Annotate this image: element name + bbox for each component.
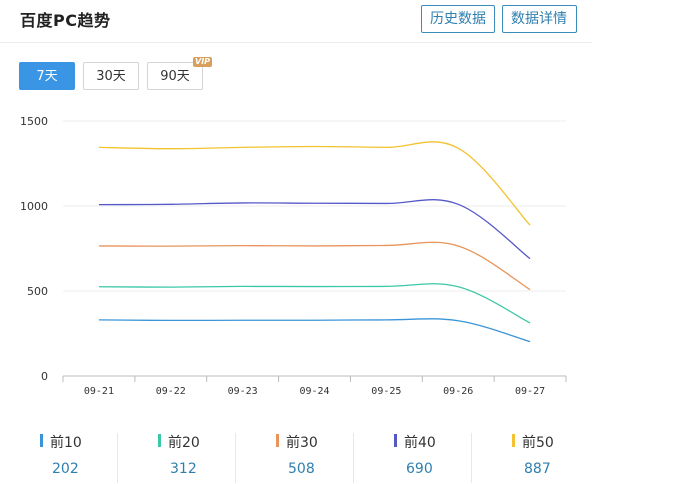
x-tick-label: 09-25 xyxy=(371,386,401,397)
y-tick-label: 1500 xyxy=(20,115,48,128)
legend-value: 312 xyxy=(170,461,197,477)
series-line-1 xyxy=(98,318,531,343)
legend-value: 887 xyxy=(524,461,551,477)
legend: 前10 202 前20 312 前30 508 前40 690 前50 887 xyxy=(0,428,592,484)
series-line-5 xyxy=(98,141,531,226)
legend-label: 前20 xyxy=(168,435,200,451)
trend-panel: 百度PC趋势 历史数据 数据详情 7天 30天 90天 VIP 0 500 1000… xyxy=(0,0,592,484)
y-tick-label: 500 xyxy=(27,285,48,298)
x-tick-label: 09-21 xyxy=(84,386,114,397)
history-data-button[interactable]: 历史数据 xyxy=(421,5,495,33)
panel-header: 百度PC趋势 历史数据 数据详情 xyxy=(0,0,592,43)
legend-color-marker xyxy=(512,434,515,447)
legend-value: 202 xyxy=(52,461,79,477)
legend-label: 前40 xyxy=(404,435,436,451)
x-tick-label: 09-26 xyxy=(443,386,473,397)
range-30-days-button[interactable]: 30天 xyxy=(83,62,139,90)
legend-value: 690 xyxy=(406,461,433,477)
series-line-2 xyxy=(98,283,531,324)
legend-color-marker xyxy=(276,434,279,447)
legend-item-top20[interactable]: 前20 312 xyxy=(118,428,236,484)
range-7-days-button[interactable]: 7天 xyxy=(19,62,75,90)
legend-label: 前30 xyxy=(286,435,318,451)
x-tick-label: 09-22 xyxy=(156,386,186,397)
legend-color-marker xyxy=(394,434,397,447)
y-tick-label: 1000 xyxy=(20,200,48,213)
legend-item-top40[interactable]: 前40 690 xyxy=(354,428,472,484)
legend-color-marker xyxy=(40,434,43,447)
x-tick-label: 09-24 xyxy=(299,386,329,397)
data-detail-button[interactable]: 数据详情 xyxy=(502,5,577,33)
series-line-3 xyxy=(98,241,531,291)
legend-color-marker xyxy=(158,434,161,447)
legend-item-top30[interactable]: 前30 508 xyxy=(236,428,354,484)
legend-value: 508 xyxy=(288,461,315,477)
page-title: 百度PC趋势 xyxy=(20,11,111,30)
legend-label: 前10 xyxy=(50,435,82,451)
legend-item-top10[interactable]: 前10 202 xyxy=(0,428,118,484)
legend-item-top50[interactable]: 前50 887 xyxy=(472,428,590,484)
y-tick-label: 0 xyxy=(41,370,48,383)
vip-badge: VIP xyxy=(193,57,213,67)
trend-line-chart: 0 500 1000 1500 09-21 09-22 09-23 09-24 09-25 09-… xyxy=(20,115,567,397)
x-tick-label: 09-27 xyxy=(515,386,545,397)
series-line-4 xyxy=(98,199,531,260)
x-tick-label: 09-23 xyxy=(228,386,258,397)
legend-label: 前50 xyxy=(522,435,554,451)
